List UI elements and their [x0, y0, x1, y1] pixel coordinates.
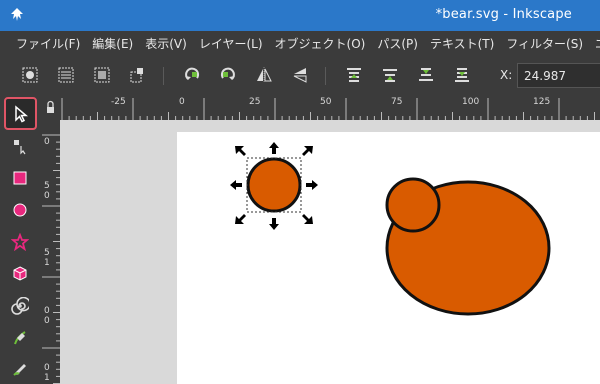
pen-tool-button[interactable] — [5, 323, 35, 353]
toolbox — [0, 95, 40, 384]
vruler-label: 5 — [44, 181, 50, 191]
raise-button[interactable] — [378, 63, 402, 87]
flip-horizontal-button[interactable] — [252, 63, 276, 87]
rotate-ccw-button[interactable] — [180, 63, 204, 87]
window-title: *bear.svg - Inkscape — [435, 7, 572, 22]
vertical-ruler: 0 5 0 5 1 0 0 0 1 — [40, 120, 60, 384]
scale-handle-topleft-icon[interactable] — [235, 146, 246, 156]
hruler-label: 0 — [179, 97, 185, 107]
lock-icon — [47, 100, 54, 113]
menu-text[interactable]: テキスト(T) — [424, 31, 500, 57]
scale-handle-left-icon[interactable] — [230, 180, 242, 190]
circle-icon — [13, 203, 27, 217]
menu-filters[interactable]: フィルター(S) — [500, 31, 589, 57]
select-all-icon — [22, 67, 38, 83]
node-editor-icon — [14, 140, 26, 155]
vruler-label: 5 — [44, 248, 50, 258]
vruler-label: 0 — [44, 191, 50, 201]
menu-file[interactable]: ファイル(F) — [0, 31, 86, 57]
scale-handle-right-icon[interactable] — [306, 180, 318, 190]
cube-icon — [13, 266, 27, 281]
bear-ear-circle[interactable] — [385, 177, 441, 233]
rotate-cw-icon — [220, 67, 235, 80]
arrow-pointer-icon — [14, 104, 28, 123]
pencil-icon — [13, 364, 26, 376]
vruler-label: 0 — [44, 137, 50, 147]
title-bar: *bear.svg - Inkscape — [0, 0, 600, 31]
deselect-icon — [130, 68, 143, 83]
vertical-ruler-ticks — [42, 134, 60, 384]
ruler-corner — [40, 95, 60, 120]
select-all-layers-icon — [58, 67, 74, 83]
hruler-label: -25 — [111, 97, 126, 107]
star-tool-button[interactable] — [5, 227, 35, 257]
raise-to-top-icon — [347, 68, 361, 82]
vruler-label: 0 — [44, 363, 50, 373]
invert-selection-button[interactable] — [90, 63, 114, 87]
square-icon — [13, 171, 27, 185]
hruler-label: 50 — [320, 97, 332, 107]
menu-bar: ファイル(F) 編集(E) 表示(V) レイヤー(L) オブジェクト(O) パス… — [0, 31, 600, 57]
raise-icon — [383, 69, 397, 82]
hruler-label: 25 — [249, 97, 261, 107]
scale-handle-topright-icon[interactable] — [302, 146, 313, 156]
rotate-ccw-icon — [185, 67, 200, 80]
invert-selection-icon — [94, 67, 110, 83]
rotate-cw-button[interactable] — [216, 63, 240, 87]
raise-to-top-button[interactable] — [342, 63, 366, 87]
selected-circle[interactable] — [246, 157, 302, 213]
spiral-icon — [11, 297, 29, 315]
menu-layer[interactable]: レイヤー(L) — [193, 31, 269, 57]
rectangle-tool-button[interactable] — [5, 163, 35, 193]
horizontal-ruler: -25 0 25 50 75 100 125 — [60, 95, 600, 120]
menu-extensions[interactable]: エクステンション — [589, 31, 600, 57]
flip-vertical-icon — [293, 68, 307, 83]
x-coordinate-input[interactable]: 24.987 — [517, 63, 600, 88]
pen-icon — [14, 331, 26, 345]
x-coordinate-label: X: — [500, 68, 513, 82]
deselect-button[interactable] — [126, 63, 150, 87]
select-all-button[interactable] — [18, 63, 42, 87]
toolbar-separator — [163, 67, 164, 85]
hruler-label: 100 — [462, 97, 480, 107]
menu-object[interactable]: オブジェクト(O) — [269, 31, 372, 57]
select-all-layers-button[interactable] — [54, 63, 78, 87]
selector-tool-button[interactable] — [4, 97, 37, 130]
lower-button[interactable] — [414, 63, 438, 87]
menu-view[interactable]: 表示(V) — [139, 31, 193, 57]
spiral-tool-button[interactable] — [5, 291, 35, 321]
scale-handle-top-icon[interactable] — [269, 142, 279, 154]
lower-icon — [419, 68, 433, 81]
toolbar-separator — [325, 67, 326, 85]
drawing-canvas[interactable] — [60, 120, 600, 384]
scale-handle-bottomleft-icon[interactable] — [235, 214, 246, 224]
node-tool-button[interactable] — [5, 131, 35, 161]
star-icon — [11, 233, 29, 251]
menu-edit[interactable]: 編集(E) — [86, 31, 139, 57]
hruler-label: 75 — [391, 97, 403, 107]
vruler-label: 0 — [44, 306, 50, 316]
circle-tool-button[interactable] — [5, 195, 35, 225]
pencil-tool-button[interactable] — [5, 353, 35, 383]
scale-handle-bottomright-icon[interactable] — [302, 214, 313, 224]
vruler-label: 1 — [44, 258, 50, 268]
flip-vertical-button[interactable] — [288, 63, 312, 87]
vruler-label: 1 — [44, 373, 50, 383]
lower-to-bottom-button[interactable] — [450, 63, 474, 87]
scale-handle-bottom-icon[interactable] — [269, 218, 279, 230]
lower-to-bottom-icon — [455, 68, 469, 82]
3dbox-tool-button[interactable] — [5, 259, 35, 289]
vruler-label: 0 — [44, 316, 50, 326]
canvas-drawing — [230, 142, 551, 316]
hruler-label: 125 — [533, 97, 551, 107]
menu-path[interactable]: パス(P) — [371, 31, 424, 57]
flip-horizontal-icon — [257, 67, 272, 83]
